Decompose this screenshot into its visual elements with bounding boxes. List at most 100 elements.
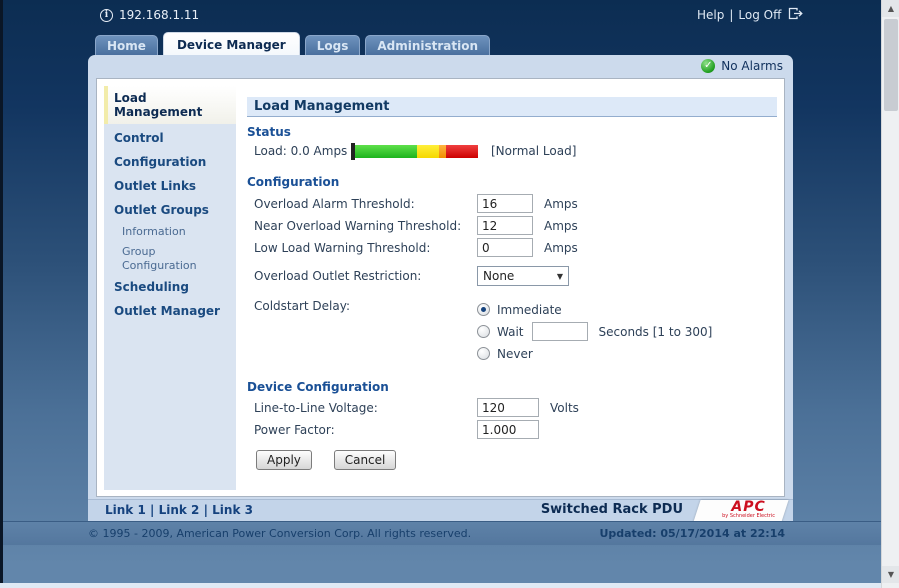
outlet-restriction-value: None [483, 269, 514, 283]
content-box: Load Management Control Configuration Ou… [96, 78, 785, 497]
overload-alarm-row: Overload Alarm Threshold: Amps [247, 194, 777, 213]
status-heading: Status [247, 125, 777, 139]
copyright-bar: © 1995 - 2009, American Power Conversion… [3, 521, 881, 545]
coldstart-wait-radio[interactable] [477, 325, 490, 338]
coldstart-delay-label: Coldstart Delay: [254, 299, 477, 313]
outlet-restriction-select[interactable]: None ▼ [477, 266, 569, 286]
tab-device-manager[interactable]: Device Manager [163, 32, 300, 55]
tab-administration[interactable]: Administration [365, 35, 490, 55]
load-gauge-green-segment [355, 145, 417, 158]
line-voltage-input[interactable] [477, 398, 539, 417]
near-overload-row: Near Overload Warning Threshold: Amps [247, 216, 777, 235]
overload-alarm-unit: Amps [544, 197, 578, 211]
power-factor-label: Power Factor: [254, 423, 477, 437]
device-address: i 192.168.1.11 [100, 8, 199, 22]
tab-logs[interactable]: Logs [305, 35, 361, 55]
coldstart-immediate-radio[interactable] [477, 303, 490, 316]
coldstart-immediate-option: Immediate [477, 299, 712, 320]
outlet-restriction-label: Overload Outlet Restriction: [254, 269, 477, 283]
separator: | [150, 503, 154, 517]
chevron-down-icon: ▼ [557, 272, 563, 281]
load-status-row: Load: 0.0 Amps [Normal Load] [247, 144, 777, 158]
separator: | [204, 503, 208, 517]
sidebar-item-load-management[interactable]: Load Management [104, 86, 236, 124]
low-load-input[interactable] [477, 238, 533, 257]
help-link[interactable]: Help [697, 8, 724, 22]
apc-logo-tagline: by Schneider Electric [722, 514, 775, 519]
footer-link-3[interactable]: Link 3 [212, 503, 253, 517]
load-gauge-orange-segment [439, 145, 446, 158]
logoff-icon[interactable] [788, 7, 803, 23]
coldstart-wait-input[interactable] [532, 322, 588, 341]
scrollbar-thumb[interactable] [884, 19, 898, 111]
session-links: Help | Log Off [697, 7, 803, 23]
coldstart-delay-row: Coldstart Delay: Immediate Wait Seconds … [247, 299, 777, 364]
apc-logo: APC by Schneider Electric [722, 500, 775, 519]
coldstart-wait-label: Wait [497, 325, 524, 339]
content-panel: ✓ No Alarms Load Management Control Conf… [88, 55, 793, 521]
overload-alarm-label: Overload Alarm Threshold: [254, 197, 477, 211]
sidebar-item-configuration[interactable]: Configuration [104, 150, 236, 174]
info-icon: i [100, 9, 113, 22]
scroll-up-icon[interactable]: ▲ [882, 0, 899, 17]
device-configuration-heading: Device Configuration [247, 380, 777, 394]
footer-link-2[interactable]: Link 2 [159, 503, 200, 517]
footer-link-bar: Link 1 | Link 2 | Link 3 Switched Rack P… [88, 499, 793, 521]
coldstart-never-option: Never [477, 343, 712, 364]
coldstart-never-label: Never [497, 347, 533, 361]
screen-edge [0, 0, 3, 588]
near-overload-input[interactable] [477, 216, 533, 235]
coldstart-never-radio[interactable] [477, 347, 490, 360]
load-gauge-red-segment [446, 145, 478, 158]
no-alarms-check-icon: ✓ [701, 59, 715, 73]
load-gauge [351, 144, 478, 158]
pdu-web-interface: i 192.168.1.11 Help | Log Off Home Devic… [0, 0, 899, 588]
power-factor-input[interactable] [477, 420, 539, 439]
near-overload-unit: Amps [544, 219, 578, 233]
main-tabs: Home Device Manager Logs Administration [95, 32, 495, 55]
coldstart-options: Immediate Wait Seconds [1 to 300] Never [477, 299, 712, 364]
main-content: Load Management Status Load: 0.0 Amps [N… [247, 97, 777, 470]
ip-address: 192.168.1.11 [119, 8, 199, 22]
sidebar-item-scheduling[interactable]: Scheduling [104, 275, 236, 299]
configuration-heading: Configuration [247, 175, 777, 189]
bottom-edge [0, 583, 899, 588]
footer-link-1[interactable]: Link 1 [105, 503, 146, 517]
separator: | [729, 8, 733, 22]
load-state-label: [Normal Load] [491, 144, 576, 158]
cancel-button[interactable]: Cancel [334, 450, 397, 470]
copyright-text: © 1995 - 2009, American Power Conversion… [88, 527, 471, 540]
line-voltage-unit: Volts [550, 401, 579, 415]
apc-logo-text: APC [722, 500, 775, 514]
alarm-status: ✓ No Alarms [701, 55, 783, 77]
sidebar-nav: Load Management Control Configuration Ou… [104, 86, 236, 490]
sidebar-item-control[interactable]: Control [104, 126, 236, 150]
sidebar-item-outlet-manager[interactable]: Outlet Manager [104, 299, 236, 323]
outlet-restriction-row: Overload Outlet Restriction: None ▼ [247, 266, 777, 286]
load-gauge-yellow-segment [417, 145, 439, 158]
sidebar-item-outlet-groups[interactable]: Outlet Groups [104, 198, 236, 222]
apply-button[interactable]: Apply [256, 450, 312, 470]
page-title: Load Management [247, 97, 777, 117]
power-factor-row: Power Factor: [247, 420, 777, 439]
tab-home[interactable]: Home [95, 35, 158, 55]
coldstart-wait-suffix: Seconds [1 to 300] [599, 325, 713, 339]
coldstart-immediate-label: Immediate [497, 303, 562, 317]
logoff-link[interactable]: Log Off [738, 8, 781, 22]
sidebar-item-outlet-links[interactable]: Outlet Links [104, 174, 236, 198]
near-overload-label: Near Overload Warning Threshold: [254, 219, 477, 233]
form-actions: Apply Cancel [256, 450, 777, 470]
product-name: Switched Rack PDU [541, 502, 683, 517]
alarm-status-label: No Alarms [721, 59, 783, 73]
vertical-scrollbar[interactable]: ▲ ▼ [881, 0, 899, 588]
line-voltage-row: Line-to-Line Voltage: Volts [247, 398, 777, 417]
low-load-unit: Amps [544, 241, 578, 255]
low-load-row: Low Load Warning Threshold: Amps [247, 238, 777, 257]
sidebar-item-group-configuration[interactable]: Group Configuration [104, 242, 194, 276]
low-load-label: Low Load Warning Threshold: [254, 241, 477, 255]
scroll-down-icon[interactable]: ▼ [882, 566, 899, 583]
overload-alarm-input[interactable] [477, 194, 533, 213]
updated-timestamp: Updated: 05/17/2014 at 22:14 [599, 527, 785, 540]
load-value: Load: 0.0 Amps [254, 144, 351, 158]
sidebar-item-information[interactable]: Information [104, 222, 236, 242]
